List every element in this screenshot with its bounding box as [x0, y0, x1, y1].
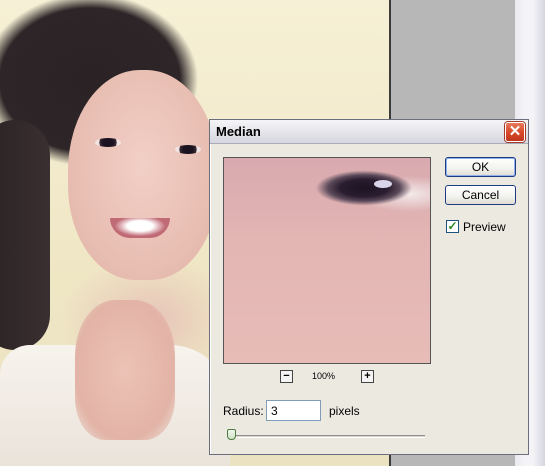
photo-right-eye	[175, 145, 201, 154]
dialog-title: Median	[216, 124, 261, 139]
photo-hand-region	[75, 300, 175, 440]
photo-face-region	[68, 70, 218, 280]
ok-button[interactable]: OK	[445, 157, 516, 177]
preview-checkbox[interactable]: ✓	[446, 220, 459, 233]
plus-icon: +	[364, 370, 371, 382]
preview-checkbox-label: Preview	[463, 220, 506, 234]
zoom-level-label: 100%	[312, 371, 336, 381]
photo-left-eye	[95, 138, 121, 147]
checkmark-icon: ✓	[447, 219, 458, 233]
minus-icon: −	[283, 370, 290, 382]
dialog-titlebar[interactable]: Median ✕	[210, 120, 528, 144]
close-icon: ✕	[508, 123, 522, 140]
radius-unit-label: pixels	[329, 404, 360, 418]
filter-preview-pane[interactable]	[223, 157, 431, 364]
close-button[interactable]: ✕	[505, 122, 525, 142]
radius-slider-track[interactable]	[228, 435, 425, 438]
radius-slider-thumb[interactable]	[227, 429, 236, 440]
radius-input[interactable]	[266, 400, 321, 421]
median-dialog: Median ✕ − 100% + OK Cancel ✓ Preview Ra…	[209, 119, 529, 455]
preview-zoom-controls: − 100% +	[280, 370, 380, 384]
preview-eye-highlight	[374, 180, 392, 188]
photo-hair-side-region	[0, 120, 50, 350]
zoom-out-button[interactable]: −	[280, 370, 293, 383]
zoom-in-button[interactable]: +	[361, 370, 374, 383]
radius-label: Radius:	[223, 404, 264, 418]
radius-field-row: Radius: pixels	[223, 400, 383, 422]
cancel-button[interactable]: Cancel	[445, 185, 516, 205]
